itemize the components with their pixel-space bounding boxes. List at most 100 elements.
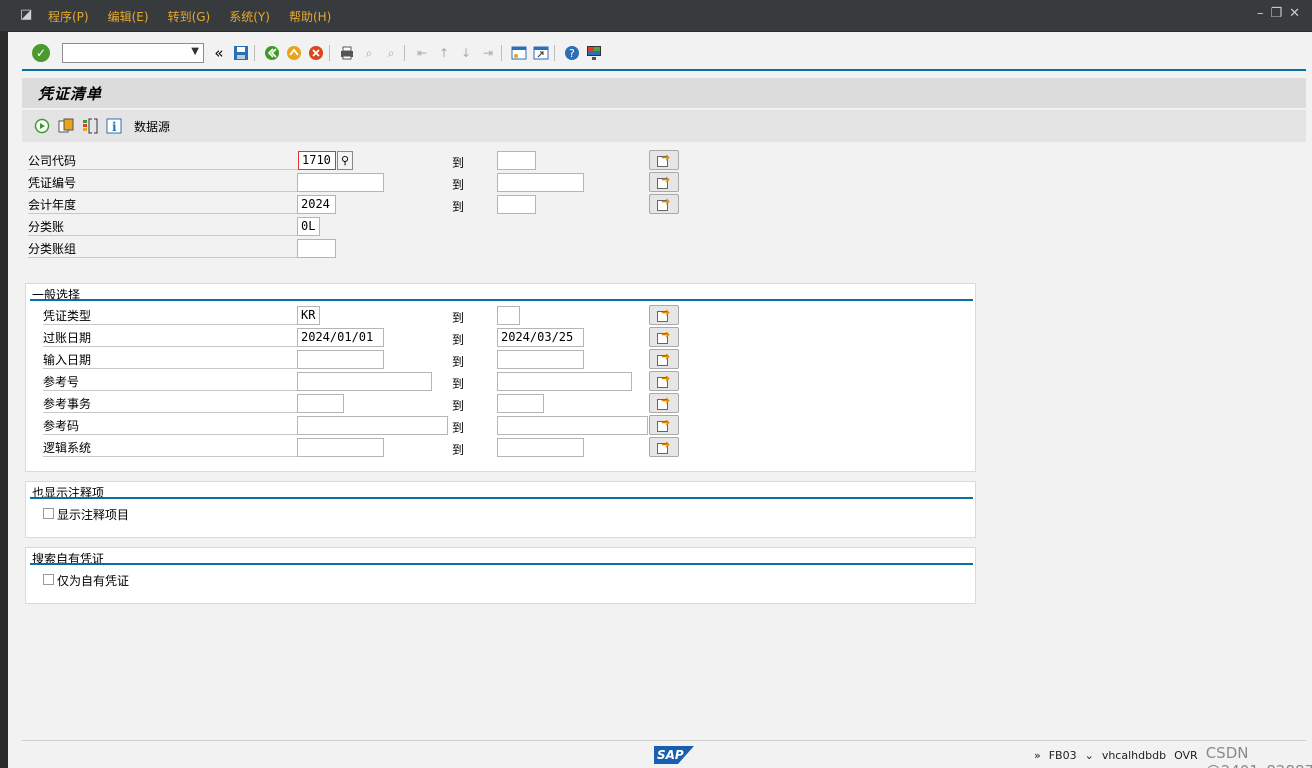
separator [329,45,330,61]
general-field-label: 参考码 [43,417,297,435]
last-page-icon[interactable]: ⇥ [479,44,497,62]
to-label: 到 [452,311,465,325]
menu-program[interactable]: 程序(P) [48,8,89,25]
cancel-icon[interactable] [307,44,325,62]
multiple-selection-icon [657,438,671,454]
general-field-from-input[interactable] [297,350,384,369]
to-label: 到 [452,333,465,347]
general-field-from-input[interactable] [297,372,432,391]
first-page-icon[interactable]: ⇤ [413,44,431,62]
save-icon[interactable] [232,44,250,62]
multiple-selection-icon [657,372,671,388]
company-code-to-input[interactable] [497,151,536,170]
general-field-to-input[interactable] [497,350,584,369]
multiple-selection-button[interactable] [649,194,679,214]
ledger-group-input[interactable] [297,239,336,258]
multiple-selection-icon [657,416,671,432]
general-field-to-input[interactable] [497,438,584,457]
fiscal-year-input[interactable]: 2024 [297,195,336,214]
multiple-selection-button[interactable] [649,371,679,391]
shortcut-icon[interactable] [532,44,550,62]
general-field-from-input[interactable] [297,416,448,435]
group-divider [30,497,973,499]
general-field-from-input[interactable]: KR [297,306,320,325]
document-number-input[interactable] [297,173,384,192]
general-field-from-input[interactable]: 2024/01/01 [297,328,384,347]
multiple-selection-icon [657,195,671,211]
chevron-down-icon[interactable]: ⌄ [1085,749,1094,768]
server-name: vhcalhdbdb [1101,749,1167,762]
show-noted-items-checkbox[interactable] [43,508,54,519]
new-session-icon[interactable] [510,44,528,62]
svg-text:?: ? [569,47,575,60]
minimize-icon[interactable]: – [1257,6,1264,21]
to-label: 到 [452,178,465,192]
general-field-to-input[interactable] [497,372,632,391]
menu-goto[interactable]: 转到(G) [168,8,211,25]
company-code-input[interactable]: 1710 [298,151,336,170]
title-bar: ◪ 程序(P) 编辑(E) 转到(G) 系统(Y) 帮助(H) – ❐ ✕ [0,0,1312,32]
info-icon[interactable]: i [106,118,122,134]
toolbar-divider [22,69,1306,71]
group-divider [30,563,973,565]
general-field-to-input[interactable] [497,416,648,435]
search-help-icon[interactable]: ⚲ [337,151,353,170]
find-icon[interactable]: ⌕ [360,44,378,62]
execute-icon[interactable] [34,118,50,134]
print-icon[interactable] [338,44,356,62]
multiple-selection-button[interactable] [649,327,679,347]
window-controls: – ❐ ✕ [1257,6,1300,21]
find-next-icon[interactable]: ⌕ [382,44,400,62]
customize-layout-icon[interactable] [585,44,603,62]
exit-icon[interactable] [285,44,303,62]
general-field-to-input[interactable] [497,306,520,325]
general-field-to-input[interactable]: 2024/03/25 [497,328,584,347]
multiple-selection-button[interactable] [649,349,679,369]
multiple-selection-button[interactable] [649,305,679,325]
chevron-down-icon[interactable]: ▼ [191,46,199,57]
to-label: 到 [452,355,465,369]
multiple-selection-button[interactable] [649,415,679,435]
menu-edit[interactable]: 编辑(E) [108,8,149,25]
system-menu-icon[interactable]: ◪ [20,7,36,22]
general-field-label: 过账日期 [43,329,297,347]
close-icon[interactable]: ✕ [1289,6,1300,21]
previous-page-icon[interactable]: ↑ [435,44,453,62]
transaction-code: FB03 [1048,749,1077,762]
document-number-label: 凭证编号 [28,174,298,192]
multiple-selection-icon [657,306,671,322]
back-icon[interactable] [263,44,281,62]
general-field-label: 凭证类型 [43,307,297,325]
datasource-button[interactable]: 数据源 [134,118,170,135]
multiple-selection-button[interactable] [649,393,679,413]
menu-help[interactable]: 帮助(H) [289,8,331,25]
help-icon[interactable]: ? [563,44,581,62]
restore-icon[interactable]: ❐ [1270,6,1282,21]
variant-icon[interactable] [58,118,74,134]
collapse-icon[interactable]: « [210,44,228,62]
multiple-selection-button[interactable] [649,150,679,170]
multiple-selection-icon [657,394,671,410]
expand-status-icon[interactable]: » [1034,749,1041,768]
next-page-icon[interactable]: ↓ [457,44,475,62]
general-field-to-input[interactable] [497,394,544,413]
standard-toolbar: ✓ ▼ « ⌕ ⌕ ⇤ ↑ ↓ ⇥ ? [22,38,603,68]
multiple-selection-icon [657,151,671,167]
separator [254,45,255,61]
company-code-label: 公司代码 [28,152,298,170]
document-number-to-input[interactable] [497,173,584,192]
command-field[interactable]: ▼ [62,43,204,63]
to-label: 到 [452,421,465,435]
ledger-input[interactable]: 0L [297,217,320,236]
selection-options-icon[interactable] [82,118,98,134]
own-documents-checkbox[interactable] [43,574,54,585]
general-field-from-input[interactable] [297,394,344,413]
enter-check-icon[interactable]: ✓ [32,44,50,62]
fiscal-year-to-input[interactable] [497,195,536,214]
multiple-selection-button[interactable] [649,172,679,192]
general-field-label: 参考事务 [43,395,297,413]
menu-system[interactable]: 系统(Y) [229,8,270,25]
sap-window: ✓ ▼ « ⌕ ⌕ ⇤ ↑ ↓ ⇥ ? 凭证清单 i 数据源 公司代码 1710… [8,32,1312,768]
multiple-selection-button[interactable] [649,437,679,457]
general-field-from-input[interactable] [297,438,384,457]
